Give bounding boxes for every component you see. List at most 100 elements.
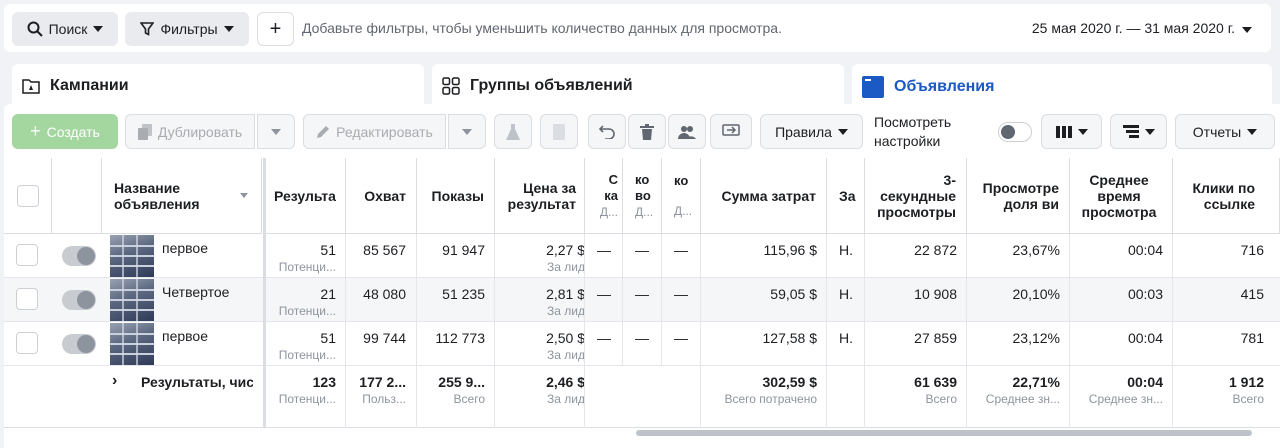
table-row[interactable]: первое 51 Потенци... 85 567 91 947 2,27 …: [4, 234, 1280, 278]
plus-icon: +: [30, 121, 41, 141]
chevron-down-icon: [1144, 128, 1155, 135]
ad-name[interactable]: первое: [162, 328, 208, 344]
total-reach-sub: Польз...: [362, 392, 406, 406]
chevron-down-icon: [837, 128, 848, 135]
cell-view-share: 20,10%: [1012, 286, 1060, 302]
cell-cost-sub: За лид: [547, 304, 585, 318]
header-impressions[interactable]: Показы: [417, 158, 495, 234]
header-col-c[interactable]: ко Д...: [662, 158, 701, 234]
level-tabs: Кампании Группы объявлений Объявления: [12, 64, 1272, 110]
search-label: Поиск: [48, 21, 88, 37]
rules-button[interactable]: Правила: [760, 114, 863, 149]
cell-za: Н.: [839, 330, 853, 346]
header-spend[interactable]: Сумма затрат: [701, 158, 827, 234]
total-3s-views: 61 639: [914, 374, 957, 390]
chevron-down-icon[interactable]: [1242, 27, 1252, 33]
breakdown-button[interactable]: [1110, 114, 1167, 149]
header-col-a[interactable]: С ка Д...: [585, 158, 623, 234]
header-label: Среднее время просмотра: [1081, 171, 1157, 220]
header-col-b[interactable]: ко во Д...: [623, 158, 662, 234]
duplicate-button[interactable]: Дублировать: [125, 114, 255, 149]
select-all-checkbox[interactable]: [16, 184, 39, 207]
header-results[interactable]: Результа: [266, 158, 346, 234]
header-link-clicks[interactable]: Клики по ссылке: [1173, 158, 1280, 234]
view-settings-label: Посмотреть настройки: [874, 114, 952, 149]
duplicate-dropdown[interactable]: [257, 114, 295, 149]
date-range[interactable]: 25 мая 2020 г. — 31 мая 2020 г.: [1032, 20, 1235, 36]
row-toggle[interactable]: [62, 246, 96, 266]
ads-table: Название объявления Результа Охват Показ…: [4, 158, 1280, 428]
compare-button[interactable]: [710, 114, 752, 149]
cell-cost: 2,50 $: [546, 330, 585, 346]
cell-za: Н.: [839, 242, 853, 258]
header-view-share[interactable]: Просмотре доля ви: [967, 158, 1070, 234]
total-results: 123: [312, 374, 336, 390]
row-checkbox[interactable]: [16, 288, 38, 310]
delete-button[interactable]: [628, 114, 666, 149]
frozen-column-divider: [263, 158, 266, 428]
total-reach: 177 2...: [359, 374, 406, 390]
undo-button[interactable]: [588, 114, 626, 149]
add-filter-button[interactable]: +: [257, 12, 294, 46]
ads-panel: + Создать Дублировать Редактировать Прав…: [4, 104, 1280, 448]
header-cost-per-result[interactable]: Цена за результат: [495, 158, 585, 234]
view-settings-toggle[interactable]: [998, 122, 1032, 142]
chevron-down-icon: [1077, 128, 1088, 135]
header-3s-views[interactable]: 3-секундные просмотры: [865, 158, 967, 234]
header-label: Охват: [364, 187, 406, 204]
header-reach[interactable]: Охват: [346, 158, 417, 234]
cell-results: 21: [320, 286, 336, 302]
cell-reach: 48 080: [363, 286, 406, 302]
people-icon: [678, 125, 696, 139]
copy-icon: [137, 123, 152, 140]
header-toggle: [52, 158, 102, 234]
table-row[interactable]: первое 51 Потенци... 99 744 112 773 2,50…: [4, 322, 1280, 366]
tab-label: Группы объявлений: [470, 76, 633, 94]
chevron-down-icon: [93, 26, 104, 32]
reports-label: Отчеты: [1192, 123, 1242, 140]
tab-label: Объявления: [894, 78, 995, 95]
breakdown-icon: [1122, 124, 1139, 138]
total-results-sub: Потенци...: [278, 392, 336, 406]
ab-test-button[interactable]: [494, 114, 532, 149]
create-button[interactable]: + Создать: [12, 114, 118, 149]
search-button[interactable]: Поиск: [12, 12, 118, 46]
columns-button[interactable]: [1041, 114, 1102, 149]
tab-campaigns[interactable]: Кампании: [12, 64, 424, 108]
trash-icon: [640, 123, 654, 140]
ad-thumbnail: [110, 323, 154, 365]
header-sub: Д...: [635, 204, 654, 219]
tab-adsets[interactable]: Группы объявлений: [432, 64, 844, 108]
reports-button[interactable]: Отчеты: [1175, 114, 1275, 149]
header-ad-name[interactable]: Название объявления: [102, 158, 262, 234]
cell-col-b: —: [635, 286, 649, 302]
search-icon: [27, 21, 43, 37]
ad-name[interactable]: первое: [162, 240, 208, 256]
edit-button[interactable]: Редактировать: [303, 114, 446, 149]
row-checkbox[interactable]: [16, 244, 38, 266]
audience-button[interactable]: [668, 114, 706, 149]
filters-button[interactable]: Фильтры: [125, 12, 249, 46]
undo-icon: [599, 124, 615, 139]
ad-name[interactable]: Четвертое: [162, 284, 229, 300]
preview-button[interactable]: [540, 114, 578, 149]
row-checkbox[interactable]: [16, 332, 38, 354]
cell-view-share: 23,12%: [1012, 330, 1060, 346]
total-link-clicks: 1 912: [1228, 374, 1264, 390]
table-row[interactable]: Четвертое 21 Потенци... 48 080 51 235 2,…: [4, 278, 1280, 322]
total-impressions: 255 9...: [438, 374, 485, 390]
row-toggle[interactable]: [62, 290, 96, 310]
cell-link-clicks: 781: [1240, 330, 1264, 346]
edit-dropdown[interactable]: [448, 114, 486, 149]
row-toggle[interactable]: [62, 334, 96, 354]
header-za[interactable]: За: [827, 158, 865, 234]
horizontal-scrollbar[interactable]: [636, 430, 1252, 436]
expand-chevron-icon[interactable]: ›: [112, 372, 117, 390]
cell-3s-views: 27 859: [914, 330, 957, 346]
header-avg-time[interactable]: Среднее время просмотра: [1070, 158, 1173, 234]
chevron-down-icon: [1247, 128, 1258, 135]
cell-results-sub: Потенци...: [278, 348, 336, 362]
header-label: ко: [674, 172, 689, 188]
cell-results: 51: [320, 242, 336, 258]
document-icon: [553, 123, 565, 140]
